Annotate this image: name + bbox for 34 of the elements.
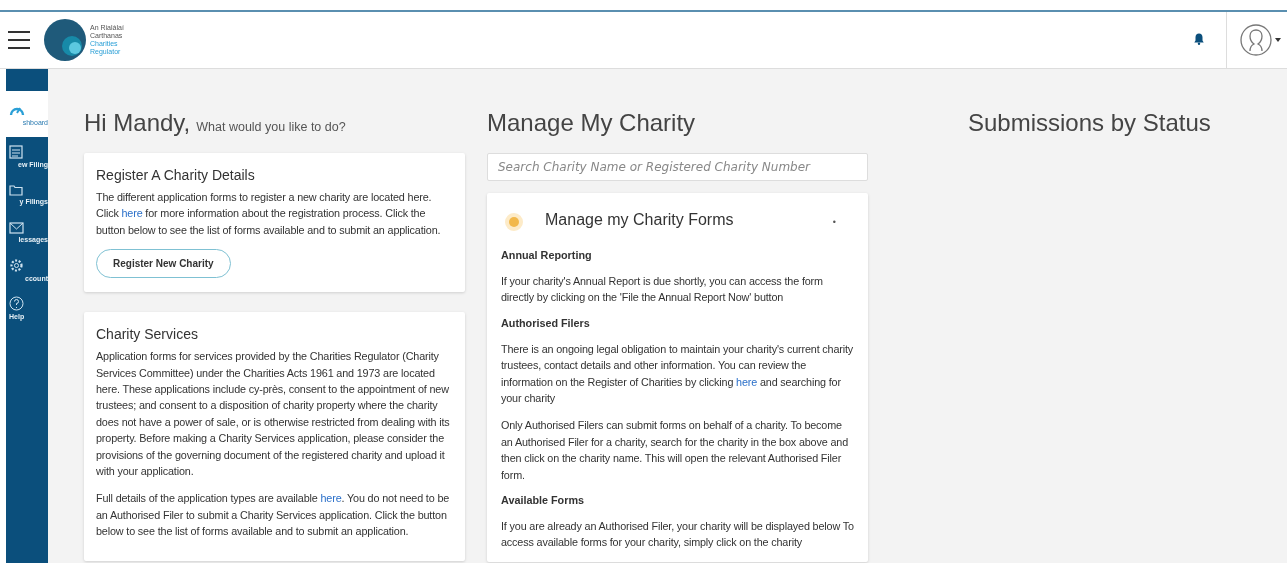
card-title: Charity Services	[96, 326, 199, 343]
card-title: Register A Charity Details	[96, 167, 256, 183]
card-title: Manage my Charity Forms	[545, 211, 735, 229]
link[interactable]: here	[121, 207, 143, 220]
paragraph: There is an ongoing legal obligation to maintain your charity's current charity trustees, contact details and other information. You can review the information on the Register of Charities by clicking here and searching for your charity	[501, 341, 854, 407]
menu-icon[interactable]	[8, 31, 30, 49]
paragraph: Application forms for services provided by the Charities Regulator (Charity Services Committee) under the Charities Acts 1961 and 1973 are located here. These applications include cy-près, consent to the appointment of new trustees; and consent to a disposition of charity property where the charity does not have a power of sale, or is otherwise restricted from dealing with its property. Before making a Charity Services application, please consider the provisions of the governing document of the registered charity and upload it with your application.	[96, 349, 451, 480]
gear-icon	[9, 258, 24, 273]
section-heading: Authorised Filers	[501, 316, 591, 329]
paragraph: Full details of the application types are available here. You do not need to be an Authorised Filer to submit a Charity Services application. Click the button below to see the list of forms available and to submit an application.	[96, 491, 451, 540]
section-heading: Available Forms	[501, 494, 585, 507]
help-icon	[9, 296, 24, 311]
link[interactable]: here	[736, 375, 758, 388]
section-heading: Annual Reporting	[501, 249, 593, 261]
paragraph: If you are already an Authorised Filer, your charity will be displayed below To access available forms for your charity, simply click on the charity	[501, 519, 854, 551]
paragraph: If your charity's Annual Report is due shortly, you can access the form directly by clicking on the 'File the Annual Report Now' button	[501, 274, 824, 306]
status-dot-icon	[509, 217, 519, 227]
paragraph: The different application forms to register a new charity are located here. Click here for more information about the registration process. Click the button below to see the list of forms available and to submit an application.	[96, 190, 442, 238]
section-title: Manage My Charity	[487, 109, 697, 137]
caret-icon[interactable]	[1275, 38, 1281, 42]
paragraph: Only Authorised Filers can submit forms on behalf of a charity. To become an Authorised Filer for a charity, search for the charity in the box above and then click on the charity name. This will open the relevant Authorised Filer form.	[501, 418, 849, 483]
bell-icon[interactable]	[1194, 33, 1204, 45]
menu-marker[interactable]: •	[832, 217, 836, 227]
envelope-icon	[9, 221, 24, 234]
greeting-subtitle: What would you like to do?	[196, 120, 346, 134]
search-field[interactable]: Search Charity Name or Registered Charity Number	[487, 153, 868, 181]
register-button[interactable]: Register New Charity	[96, 249, 231, 279]
link[interactable]: here	[320, 492, 342, 505]
user-icon[interactable]	[1239, 23, 1273, 57]
logo-icon	[44, 19, 86, 61]
section-title: Submissions by Status	[968, 109, 1211, 137]
folder-icon	[9, 183, 23, 196]
document-icon	[9, 144, 23, 159]
greeting-title: Hi Mandy,	[84, 109, 191, 137]
